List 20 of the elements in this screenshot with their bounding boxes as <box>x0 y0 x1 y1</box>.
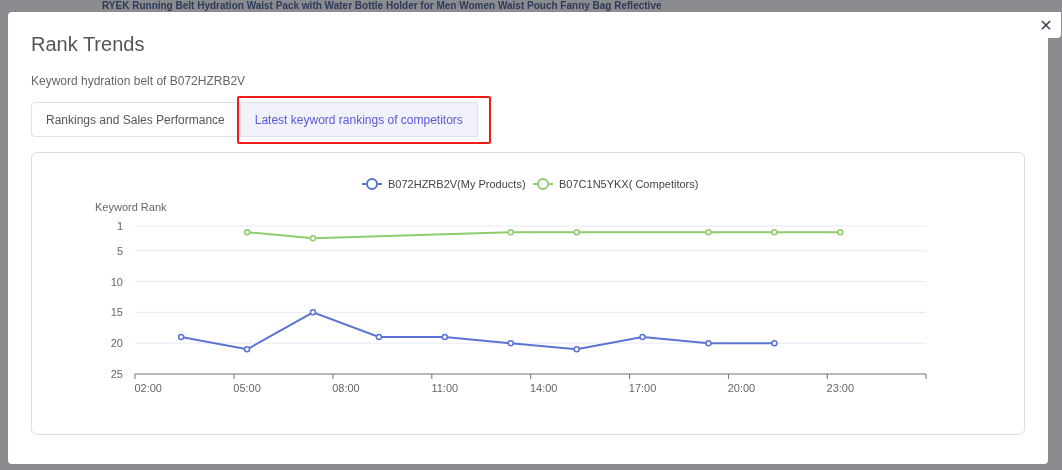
axis-label: 10 <box>110 275 123 288</box>
product-title: RYEK Running Belt Hydration Waist Pack with Water Bottle Holder for Men Women Waist Pouch Fanny Bag Reflective <box>102 0 662 11</box>
axis-label: 17:00 <box>628 382 657 394</box>
legend-label: B07C1N5YKX( Competitors) <box>559 178 699 190</box>
axis-label: 05:00 <box>233 382 261 394</box>
axis-label: 1 <box>116 220 123 232</box>
axis-title: Keyword Rank <box>95 201 167 213</box>
axis-label: 20 <box>110 337 123 350</box>
axis-label: 15 <box>110 306 123 319</box>
axis-label: 20:00 <box>727 382 756 394</box>
keyword-label: Keyword hydration belt of B072HZRB2V <box>31 74 247 88</box>
legend-label: B072HZRB2V(My Products) <box>388 178 526 190</box>
axis-label: 5 <box>116 244 123 257</box>
axis-label: 14:00 <box>529 382 558 394</box>
axis-label: 11:00 <box>431 382 459 394</box>
axis-label: 25 <box>110 368 123 380</box>
axis-label: 02:00 <box>134 382 162 394</box>
axis-label: 08:00 <box>332 382 360 394</box>
dialog-title: Rank Trends <box>31 33 146 56</box>
axis-label: 23:00 <box>826 382 855 394</box>
